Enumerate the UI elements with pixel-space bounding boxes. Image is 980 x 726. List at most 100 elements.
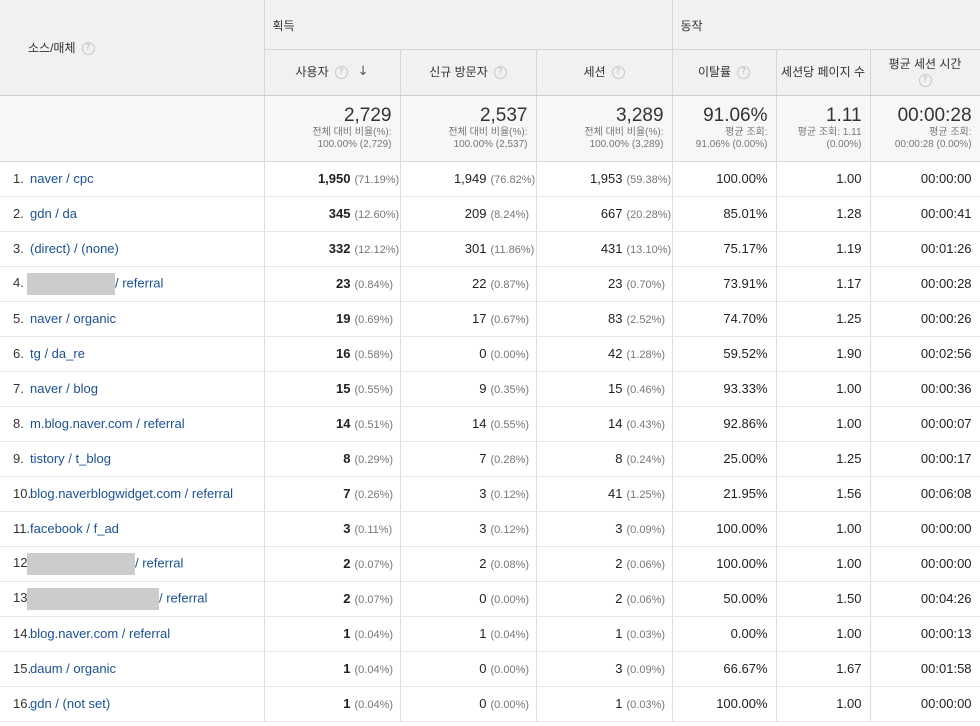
totals-bounce-detail: 91.06% (0.00%) bbox=[695, 138, 768, 150]
pages-per-session-cell: 1.19 bbox=[776, 231, 871, 267]
row-index: 1. bbox=[13, 171, 24, 186]
users-value: 3 bbox=[343, 521, 351, 536]
source-medium-link[interactable]: / referral bbox=[159, 590, 207, 605]
new-users-cell: 3 (0.12%) bbox=[400, 511, 537, 547]
users-percent: (0.07%) bbox=[354, 559, 394, 571]
help-icon[interactable]: ? bbox=[737, 66, 751, 80]
row-index: 9. bbox=[13, 451, 24, 466]
source-medium-link[interactable]: gdn / (not set) bbox=[30, 696, 110, 711]
source-medium-link[interactable]: tg / da_re bbox=[30, 346, 85, 361]
sessions-value: 1,953 bbox=[589, 171, 623, 186]
totals-duration-value: 00:00:28 bbox=[897, 104, 972, 126]
new-users-value: 1,949 bbox=[453, 171, 487, 186]
source-medium-link[interactable]: / referral bbox=[135, 555, 183, 570]
totals-bounce-caption: 평균 조회: bbox=[725, 126, 768, 138]
sort-descending-icon[interactable]: ↓ bbox=[358, 64, 369, 79]
sessions-cell: 1 (0.03%) bbox=[536, 686, 673, 722]
sessions-column-header[interactable]: 세션? bbox=[536, 49, 673, 96]
new-users-header-label: 신규 방문자 bbox=[429, 65, 488, 79]
source-medium-link[interactable]: facebook / f_ad bbox=[30, 521, 119, 536]
table-row: 1. naver / cpc 1,950 (71.19%) 1,949 (76.82%) 1… bbox=[0, 161, 980, 197]
avg-session-duration-column-header[interactable]: 평균 세션 시간? bbox=[870, 49, 980, 96]
new-users-percent: (0.00%) bbox=[490, 664, 530, 676]
table-row: 9. tistory / t_blog 8 (0.29%) 7 (0.28%) 8 (0.24… bbox=[0, 441, 980, 477]
pages-per-session-cell: 1.00 bbox=[776, 161, 871, 197]
source-medium-link[interactable]: gdn / da bbox=[30, 206, 77, 221]
sessions-percent: (20.28%) bbox=[626, 209, 672, 221]
row-index: 7. bbox=[13, 381, 24, 396]
users-value: 345 bbox=[328, 206, 351, 221]
sessions-value: 2 bbox=[615, 556, 623, 571]
new-users-percent: (8.24%) bbox=[490, 209, 530, 221]
row-index: 10. bbox=[13, 486, 32, 501]
help-icon[interactable]: ? bbox=[611, 66, 625, 80]
source-medium-link[interactable]: naver / organic bbox=[30, 311, 116, 326]
source-medium-link[interactable]: (direct) / (none) bbox=[30, 241, 119, 256]
row-index: 5. bbox=[13, 311, 24, 326]
users-cell: 332 (12.12%) bbox=[264, 231, 401, 267]
sessions-cell: 667 (20.28%) bbox=[536, 196, 673, 232]
source-medium-link[interactable]: blog.naverblogwidget.com / referral bbox=[30, 486, 233, 501]
new-users-percent: (0.55%) bbox=[490, 419, 530, 431]
help-icon[interactable]: ? bbox=[81, 42, 95, 56]
new-users-column-header[interactable]: 신규 방문자? bbox=[400, 49, 537, 96]
sessions-cell: 2 (0.06%) bbox=[536, 581, 673, 617]
users-percent: (0.11%) bbox=[354, 524, 393, 536]
analytics-report-table: 소스/매체? 획득 동작 사용자? ↓ 신규 방문자? 세션? 이탈률? 세션당 … bbox=[0, 0, 980, 722]
source-medium-link[interactable]: / referral bbox=[115, 275, 163, 290]
new-users-value: 301 bbox=[464, 241, 487, 256]
help-icon[interactable]: ? bbox=[334, 65, 348, 79]
bounce-rate-cell: 100.00% bbox=[672, 686, 777, 722]
pages-per-session-cell: 1.00 bbox=[776, 406, 871, 442]
users-cell: 7 (0.26%) bbox=[264, 476, 401, 512]
new-users-cell: 7 (0.28%) bbox=[400, 441, 537, 477]
totals-bounce-cell: 91.06% 평균 조회: 91.06% (0.00%) bbox=[672, 95, 777, 162]
source-medium-header[interactable]: 소스/매체? bbox=[0, 0, 265, 96]
row-index: 3. bbox=[13, 241, 24, 256]
source-medium-cell: 12. / referral bbox=[0, 546, 265, 582]
bounce-rate-column-header[interactable]: 이탈률? bbox=[672, 49, 777, 96]
sessions-percent: (0.43%) bbox=[626, 419, 666, 431]
pages-per-session-cell: 1.90 bbox=[776, 336, 871, 372]
avg-session-duration-cell: 00:00:00 bbox=[870, 511, 980, 547]
totals-users-value: 2,729 bbox=[343, 104, 392, 126]
pages-per-session-cell: 1.17 bbox=[776, 266, 871, 302]
avg-session-duration-cell: 00:00:41 bbox=[870, 196, 980, 232]
users-percent: (0.04%) bbox=[354, 629, 394, 641]
help-icon[interactable]: ? bbox=[918, 74, 932, 88]
avg-session-duration-cell: 00:02:56 bbox=[870, 336, 980, 372]
new-users-value: 1 bbox=[479, 626, 487, 641]
source-medium-link[interactable]: daum / organic bbox=[30, 661, 116, 676]
source-medium-link[interactable]: naver / cpc bbox=[30, 171, 94, 186]
sessions-cell: 83 (2.52%) bbox=[536, 301, 673, 337]
users-column-header[interactable]: 사용자? ↓ bbox=[264, 49, 401, 96]
table-row: 7. naver / blog 15 (0.55%) 9 (0.35%) 15 (0.46%)… bbox=[0, 371, 980, 407]
source-medium-link[interactable]: m.blog.naver.com / referral bbox=[30, 416, 185, 431]
source-medium-cell: 7. naver / blog bbox=[0, 371, 265, 407]
source-medium-link[interactable]: naver / blog bbox=[30, 381, 98, 396]
help-icon[interactable]: ? bbox=[493, 66, 507, 80]
source-medium-link[interactable]: blog.naver.com / referral bbox=[30, 626, 170, 641]
pages-per-session-cell: 1.00 bbox=[776, 686, 871, 722]
sessions-percent: (0.09%) bbox=[626, 524, 666, 536]
totals-new-users-value: 2,537 bbox=[479, 104, 528, 126]
sessions-cell: 23 (0.70%) bbox=[536, 266, 673, 302]
users-value: 2 bbox=[343, 556, 351, 571]
new-users-value: 17 bbox=[472, 311, 487, 326]
sessions-value: 83 bbox=[608, 311, 623, 326]
table-row: 10.blog.naverblogwidget.com / referral 7(… bbox=[0, 476, 980, 512]
sessions-cell: 1,953 (59.38%) bbox=[536, 161, 673, 197]
users-value: 8 bbox=[343, 451, 351, 466]
sessions-percent: (0.70%) bbox=[626, 279, 666, 291]
source-medium-link[interactable]: tistory / t_blog bbox=[30, 451, 111, 466]
avg-session-duration-header-label: 평균 세션 시간 bbox=[888, 57, 962, 71]
sessions-percent: (0.03%) bbox=[626, 699, 666, 711]
source-medium-cell: 9. tistory / t_blog bbox=[0, 441, 265, 477]
users-percent: (0.04%) bbox=[354, 664, 394, 676]
avg-session-duration-cell: 00:00:00 bbox=[870, 686, 980, 722]
sessions-value: 2 bbox=[615, 591, 623, 606]
pages-per-session-column-header[interactable]: 세션당 페이지 수 bbox=[776, 49, 871, 96]
sessions-percent: (0.06%) bbox=[626, 559, 666, 571]
new-users-cell: 209 (8.24%) bbox=[400, 196, 537, 232]
redacted-source-block bbox=[27, 552, 135, 575]
